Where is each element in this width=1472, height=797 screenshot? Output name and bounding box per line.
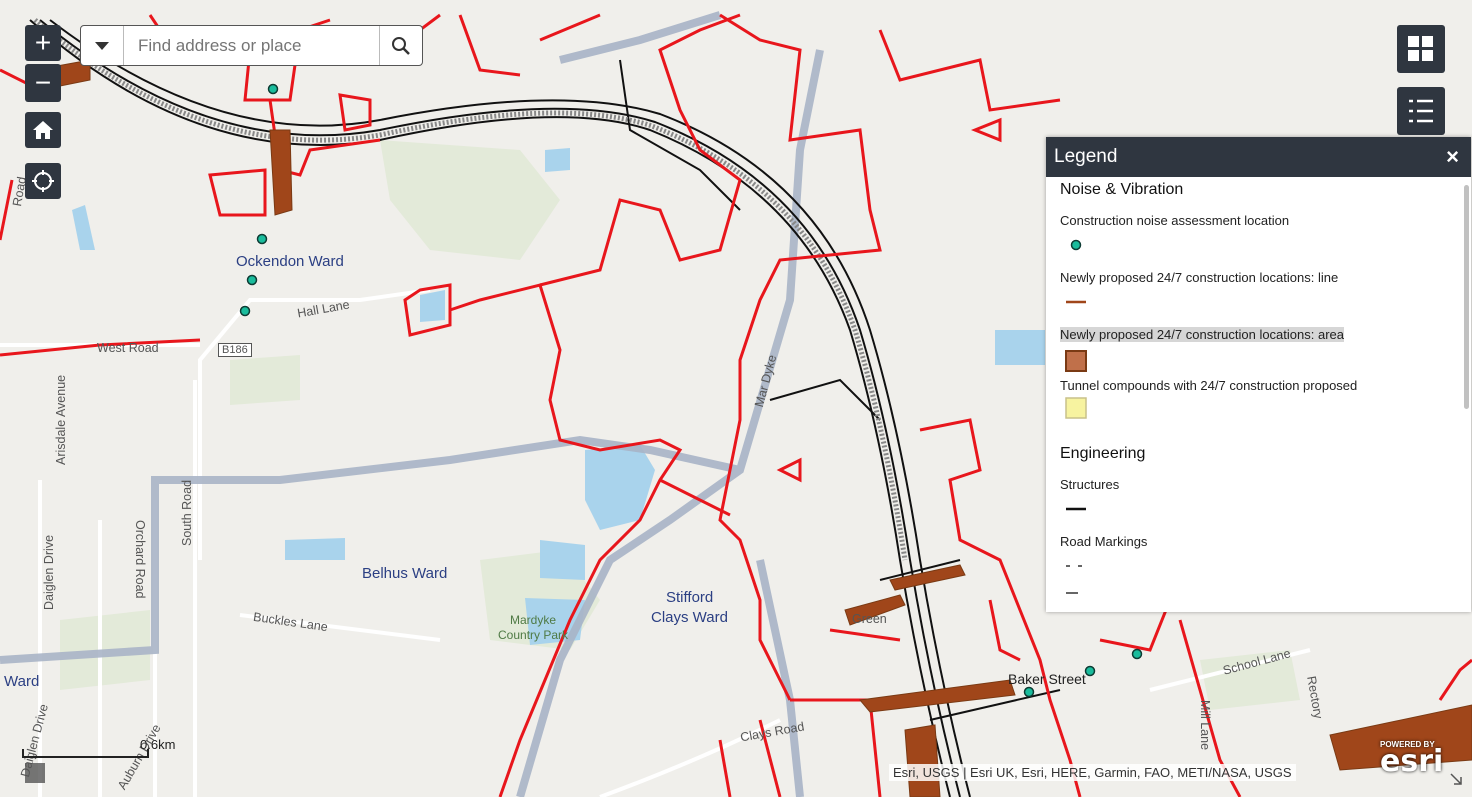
legend-scrollbar[interactable] xyxy=(1464,185,1469,409)
home-icon xyxy=(33,121,53,139)
overview-toggle-icon[interactable] xyxy=(25,763,45,783)
zoom-out-button[interactable]: − xyxy=(25,64,61,102)
ward-label: Belhus Ward xyxy=(362,565,448,582)
legend-item-label: Construction noise assessment location xyxy=(1060,213,1290,228)
home-button[interactable] xyxy=(25,112,61,148)
legend-item-label: Tunnel compounds with 24/7 construction … xyxy=(1060,378,1358,393)
legend-item-label: Newly proposed 24/7 construction locatio… xyxy=(1060,270,1339,285)
legend-symbol xyxy=(1060,397,1471,419)
road-markings-symbol xyxy=(1066,565,1082,594)
place-label: Country Park xyxy=(498,628,569,642)
legend-item-label: Structures xyxy=(1060,477,1120,492)
scale-bar: 0.6km xyxy=(22,737,175,766)
road-label: Arisdale Avenue xyxy=(54,374,68,465)
road-label: Green xyxy=(852,612,887,626)
zoom-in-icon: + xyxy=(34,27,52,58)
search-source-dropdown[interactable] xyxy=(81,26,124,65)
scale-bar-graphic xyxy=(22,749,149,758)
road-label: Orchard Road xyxy=(133,520,147,599)
search-input[interactable] xyxy=(124,26,379,65)
legend-header: Legend × xyxy=(1046,137,1471,177)
search-button[interactable] xyxy=(379,26,422,65)
scale-label: 0.6km xyxy=(140,737,176,752)
legend-panel: Legend × Noise & Vibration Construction … xyxy=(1046,137,1471,612)
legend-layer-title: Noise & Vibration xyxy=(1060,181,1184,198)
place-label: Baker Street xyxy=(1008,671,1086,687)
zoom-in-button[interactable]: + xyxy=(25,25,61,61)
resize-icon[interactable] xyxy=(1449,772,1463,786)
attribution[interactable]: Esri, USGS | Esri UK, Esri, HERE, Garmin… xyxy=(889,764,1296,781)
legend-symbol xyxy=(1060,555,1471,594)
esri-brand: esri xyxy=(1380,744,1444,779)
legend-body[interactable]: Noise & Vibration Construction noise ass… xyxy=(1046,177,1471,612)
road-label: Mill Lane xyxy=(1198,700,1212,751)
legend-symbol xyxy=(1060,350,1471,372)
road-label: West Road xyxy=(97,341,159,355)
place-label: Mardyke xyxy=(510,613,557,627)
locate-icon xyxy=(32,170,54,192)
legend-list-icon xyxy=(1409,99,1433,123)
search-icon xyxy=(392,36,410,55)
search-widget xyxy=(80,25,423,66)
road-shield: B186 xyxy=(218,343,252,357)
zoom-out-icon: − xyxy=(34,67,52,98)
legend-symbol xyxy=(1060,291,1471,313)
construction-line-symbol xyxy=(1066,300,1086,304)
tunnel-compound-symbol xyxy=(1065,397,1087,419)
basemap-gallery-button[interactable] xyxy=(1397,25,1445,73)
ward-label: Ockendon Ward xyxy=(236,253,344,270)
legend-layer-title: Engineering xyxy=(1060,445,1146,462)
dropdown-icon xyxy=(95,41,109,50)
ward-label: Stifford xyxy=(666,589,714,606)
legend-title: Legend xyxy=(1054,146,1118,167)
legend-button[interactable] xyxy=(1397,87,1445,135)
basemap-gallery-icon xyxy=(1408,36,1433,61)
structures-symbol xyxy=(1066,507,1086,511)
ward-label: Clays Ward xyxy=(651,609,728,626)
ward-label: Ward xyxy=(4,673,40,690)
locate-button[interactable] xyxy=(25,163,61,199)
road-label: Daiglen Drive xyxy=(42,534,56,610)
road-label: South Road xyxy=(180,479,194,546)
legend-item-label: Newly proposed 24/7 construction locatio… xyxy=(1060,327,1344,342)
noise-point-symbol xyxy=(1070,239,1082,251)
esri-logo: POWERED BY esri xyxy=(1380,740,1444,779)
close-icon[interactable]: × xyxy=(1446,144,1459,170)
legend-symbol xyxy=(1060,234,1471,256)
legend-item-label: Road Markings xyxy=(1060,534,1148,549)
legend-symbol xyxy=(1060,498,1471,520)
construction-area-symbol xyxy=(1065,350,1087,372)
